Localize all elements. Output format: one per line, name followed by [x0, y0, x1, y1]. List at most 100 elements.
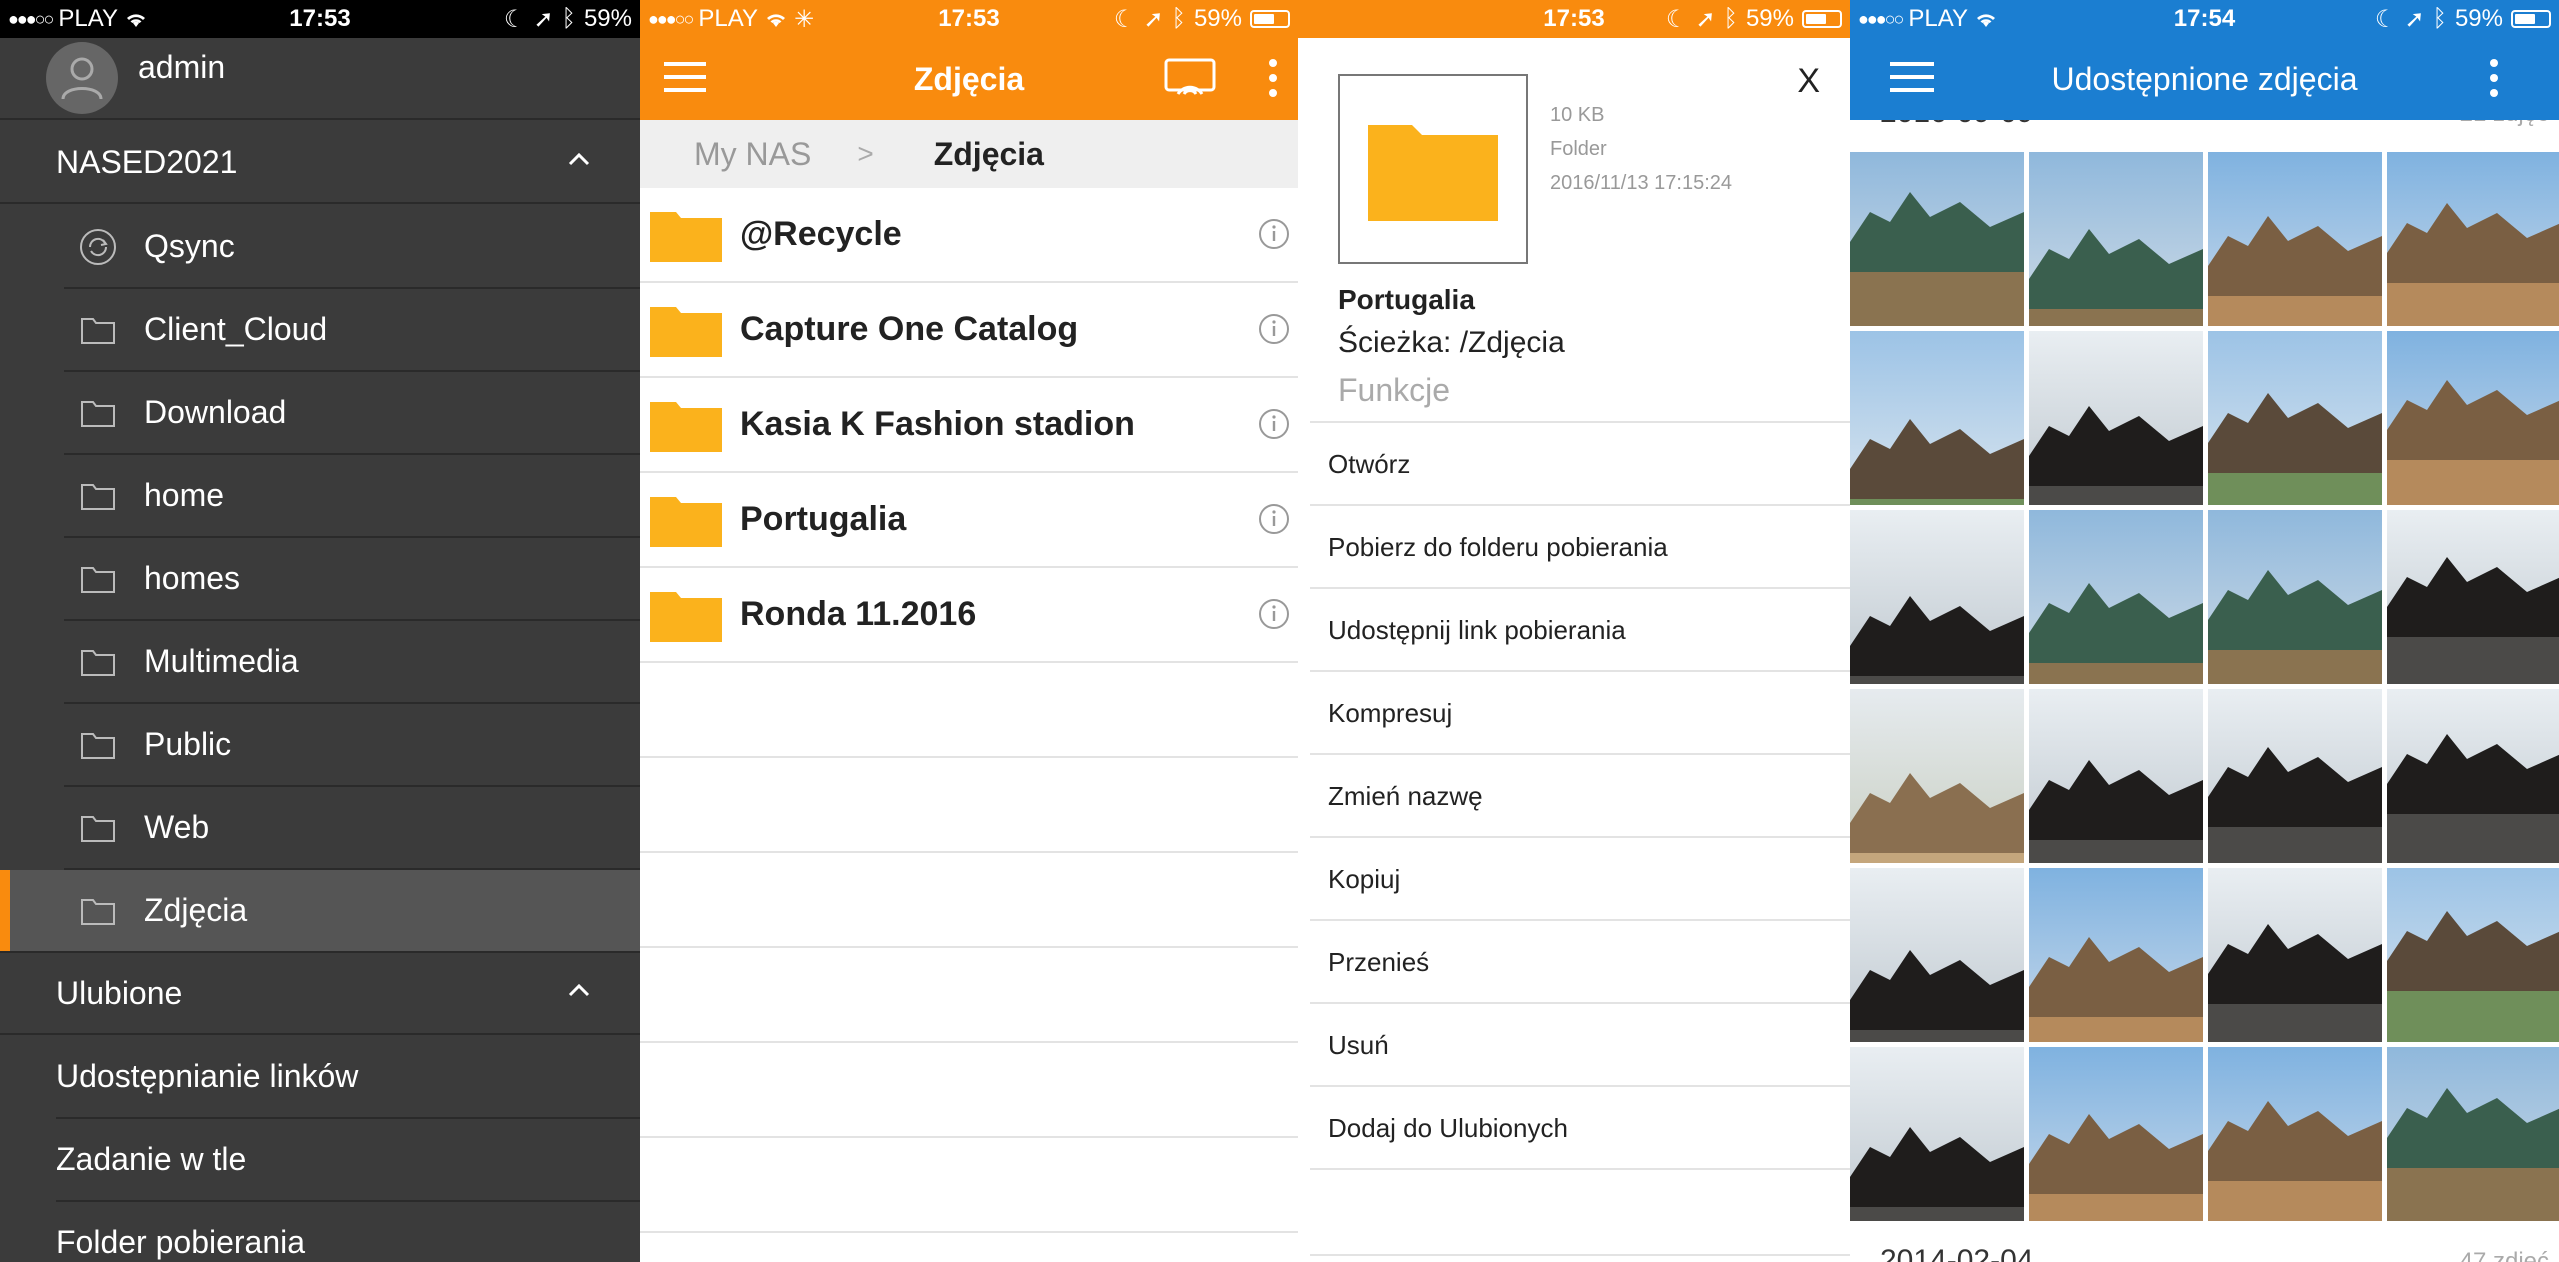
- folder-row[interactable]: Kasia K Fashion stadion: [640, 378, 1298, 473]
- photo-thumbnail[interactable]: [1850, 510, 2024, 684]
- action-item[interactable]: Kompresuj: [1310, 670, 1850, 754]
- photo-image: [1850, 331, 2024, 505]
- sidebar-item-multimedia[interactable]: Multimedia: [64, 621, 640, 704]
- photo-thumbnail[interactable]: [2208, 510, 2382, 684]
- sidebar-item-home[interactable]: home: [64, 455, 640, 538]
- photo-thumbnail[interactable]: [2387, 152, 2559, 326]
- empty-row: [640, 1043, 1298, 1138]
- photo-thumbnail[interactable]: [2029, 152, 2203, 326]
- nav-link-download-folder[interactable]: Folder pobierania: [56, 1202, 640, 1262]
- chevron-up-icon: [568, 152, 590, 166]
- folder-thumbnail: [1338, 74, 1528, 264]
- breadcrumb-root[interactable]: My NAS: [694, 136, 811, 173]
- photo-thumbnail[interactable]: [2387, 1047, 2559, 1221]
- action-item[interactable]: Otwórz: [1310, 421, 1850, 505]
- photo-thumbnail[interactable]: [2208, 868, 2382, 1042]
- nav-link-background-tasks[interactable]: Zadanie w tle: [56, 1119, 640, 1202]
- folder-row[interactable]: Ronda 11.2016: [640, 568, 1298, 663]
- action-item[interactable]: Udostępnij link pobierania: [1310, 587, 1850, 671]
- photo-thumbnail[interactable]: [1850, 152, 2024, 326]
- folder-icon: [81, 898, 115, 925]
- sidebar-item-qsync[interactable]: Qsync: [64, 206, 640, 289]
- nas-section-header[interactable]: NASED2021: [0, 122, 640, 204]
- nav-link-label: Zadanie w tle: [56, 1141, 247, 1177]
- info-icon: [1259, 599, 1289, 629]
- location-icon: ➚: [1143, 5, 1164, 33]
- action-item[interactable]: Pobierz do folderu pobierania: [1310, 504, 1850, 588]
- folder-icon: [81, 483, 115, 510]
- sidebar-item-zdj-cia[interactable]: Zdjęcia: [0, 870, 640, 953]
- folder-row[interactable]: @Recycle: [640, 188, 1298, 283]
- folder-date: 2016/11/13 17:15:24: [1550, 172, 1733, 194]
- photo-thumbnail[interactable]: [2208, 689, 2382, 863]
- action-item[interactable]: Usuń: [1310, 1002, 1850, 1086]
- folder-icon: [81, 400, 115, 427]
- sidebar-item-client-cloud[interactable]: Client_Cloud: [64, 289, 640, 372]
- photo-thumbnail[interactable]: [1850, 331, 2024, 505]
- battery-percent: 59%: [2454, 5, 2503, 32]
- action-item[interactable]: Przenieś: [1310, 919, 1850, 1003]
- nav-link-share-links[interactable]: Udostępnianie linków: [56, 1036, 640, 1119]
- action-item[interactable]: Zmień nazwę: [1310, 753, 1850, 837]
- photo-thumbnail[interactable]: [1850, 868, 2024, 1042]
- sidebar-item-web[interactable]: Web: [64, 787, 640, 870]
- avatar: [46, 42, 118, 114]
- folder-icon: [78, 310, 118, 350]
- photo-thumbnail[interactable]: [2029, 868, 2203, 1042]
- empty-row: [640, 663, 1298, 758]
- info-button[interactable]: [1258, 503, 1290, 540]
- folder-icon: [650, 496, 722, 547]
- photo-thumbnail[interactable]: [2208, 152, 2382, 326]
- sidebar-item-public[interactable]: Public: [64, 704, 640, 787]
- folder-icon: [650, 306, 722, 357]
- loading-spinner-icon: ✳: [793, 5, 815, 33]
- photo-thumbnail[interactable]: [2208, 1047, 2382, 1221]
- folder-icon-wrap: [650, 303, 722, 357]
- info-button[interactable]: [1258, 408, 1290, 445]
- folder-row[interactable]: Capture One Catalog: [640, 283, 1298, 378]
- info-icon: [1259, 219, 1289, 249]
- folder-icon: [78, 725, 118, 765]
- sidebar-item-label: Multimedia: [144, 643, 299, 679]
- photo-thumbnail[interactable]: [2387, 868, 2559, 1042]
- folder-icon: [81, 732, 115, 759]
- cast-button[interactable]: [1164, 58, 1216, 98]
- action-item[interactable]: Dodaj do Ulubionych: [1310, 1085, 1850, 1169]
- status-bar: ●●●○○ PLAY 17:54 ☾ ➚ ᛒ 59%: [1850, 0, 2559, 38]
- more-options-button[interactable]: [1268, 58, 1278, 98]
- battery-icon: [2511, 10, 2551, 28]
- menu-button[interactable]: [664, 60, 706, 94]
- photo-thumbnail[interactable]: [2387, 331, 2559, 505]
- sidebar-item-label: Qsync: [144, 228, 235, 264]
- photo-image: [1850, 868, 2024, 1042]
- sidebar-item-label: Download: [144, 394, 287, 430]
- close-button[interactable]: X: [1797, 62, 1820, 101]
- photo-thumbnail[interactable]: [2029, 331, 2203, 505]
- folder-details-panel: 17:53 ☾ ➚ ᛒ 59% 10 KB Folder 2016/11/13 17:…: [1298, 0, 1850, 1262]
- photo-thumbnail[interactable]: [2208, 331, 2382, 505]
- photo-thumbnail[interactable]: [1850, 689, 2024, 863]
- info-button[interactable]: [1258, 218, 1290, 255]
- photo-thumbnail[interactable]: [2029, 1047, 2203, 1221]
- carrier-label: PLAY: [698, 5, 758, 32]
- info-button[interactable]: [1258, 313, 1290, 350]
- photo-thumbnail[interactable]: [1850, 1047, 2024, 1221]
- photo-thumbnail[interactable]: [2029, 689, 2203, 863]
- photo-thumbnail[interactable]: [2387, 510, 2559, 684]
- favorites-section-header[interactable]: Ulubione: [0, 953, 640, 1035]
- action-item[interactable]: Kopiuj: [1310, 836, 1850, 920]
- sidebar-item-download[interactable]: Download: [64, 372, 640, 455]
- signal-icon: ●●●○○: [648, 8, 694, 29]
- signal-icon: ●●●○○: [1858, 8, 1904, 29]
- info-button[interactable]: [1258, 598, 1290, 635]
- signal-icon: ●●●○○: [8, 8, 54, 29]
- photo-thumbnail[interactable]: [2029, 510, 2203, 684]
- more-options-button[interactable]: [2489, 58, 2499, 98]
- nav-link-label: Folder pobierania: [56, 1224, 306, 1260]
- folder-row[interactable]: Portugalia: [640, 473, 1298, 568]
- sidebar-item-homes[interactable]: homes: [64, 538, 640, 621]
- menu-button[interactable]: [1890, 60, 1934, 94]
- bluetooth-icon: ᛒ: [2432, 5, 2447, 32]
- photo-thumbnail[interactable]: [2387, 689, 2559, 863]
- user-account-row[interactable]: admin: [0, 38, 640, 120]
